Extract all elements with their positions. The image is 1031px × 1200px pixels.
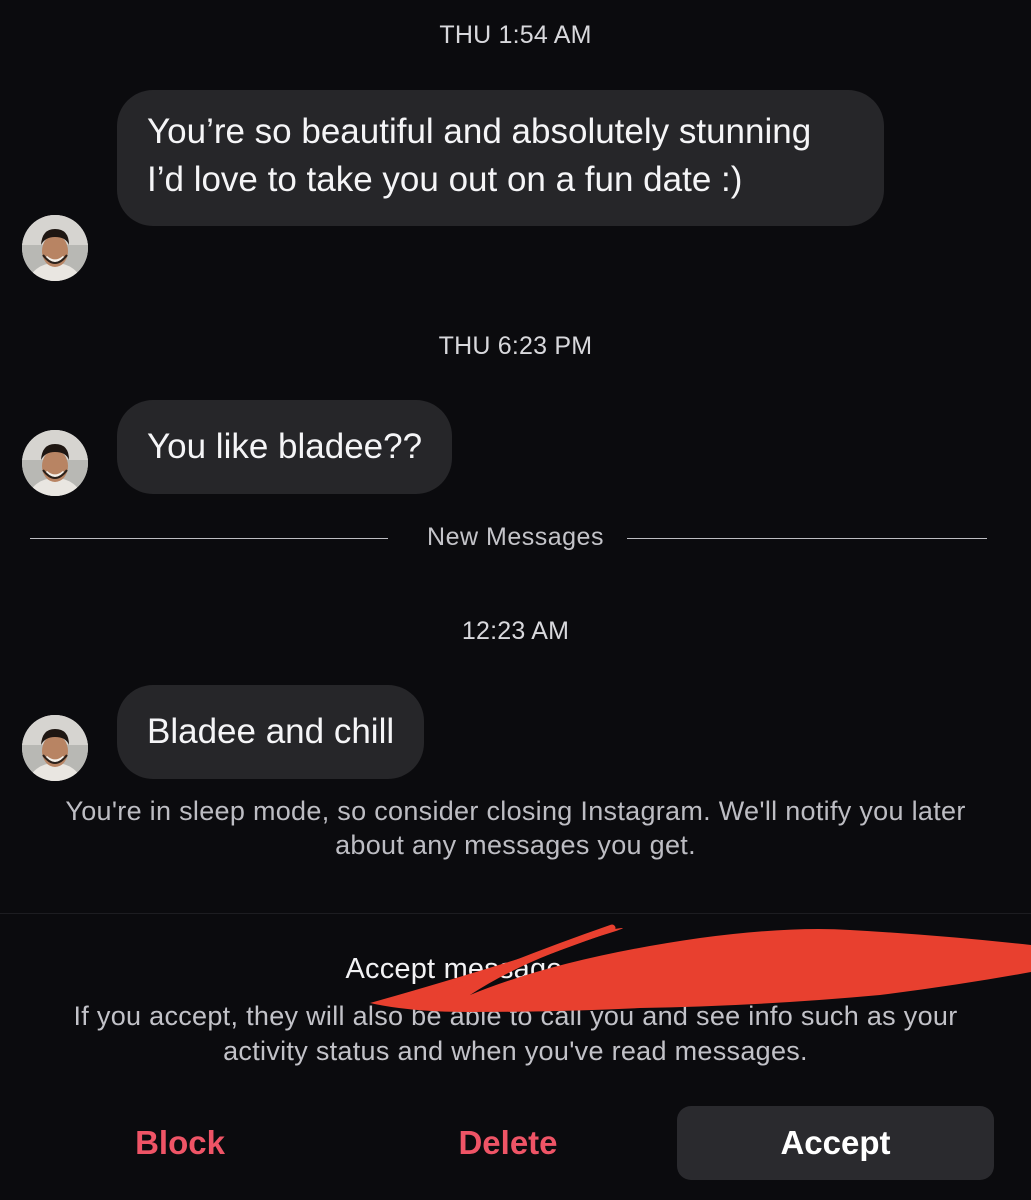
avatar-photo-icon	[22, 215, 88, 281]
avatar-photo-icon	[22, 430, 88, 496]
message-bubble[interactable]: You like bladee??	[117, 400, 453, 494]
timestamp-thu-6-23: THU 6:23 PM	[438, 332, 593, 360]
timestamp-thu-1-54: THU 1:54 AM	[439, 21, 592, 49]
accept-button[interactable]: Accept	[677, 1106, 994, 1180]
sleep-mode-notice: You're in sleep mode, so consider closin…	[65, 796, 966, 860]
avatar-photo-icon	[22, 715, 88, 781]
message-bubble[interactable]: You’re so beautiful and absolutely stunn…	[117, 90, 884, 226]
sender-avatar[interactable]	[22, 215, 88, 281]
section-separator	[0, 913, 1031, 914]
sender-avatar[interactable]	[22, 715, 88, 781]
message-bubble[interactable]: Bladee and chill	[117, 685, 425, 779]
sender-avatar[interactable]	[22, 430, 88, 496]
delete-button[interactable]: Delete	[408, 1106, 608, 1180]
timestamp-12-23: 12:23 AM	[461, 617, 570, 645]
divider-line-right	[627, 538, 987, 539]
block-button[interactable]: Block	[80, 1106, 280, 1180]
message-request-description: If you accept, they will also be able to…	[73, 1001, 958, 1066]
message-request-title: Accept message request f	[345, 953, 686, 985]
